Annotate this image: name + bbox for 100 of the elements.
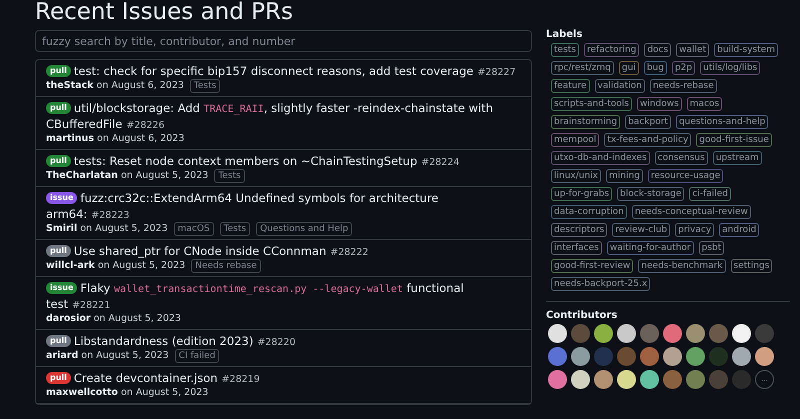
issue-title[interactable]: pull util/blockstorage: Add TRACE_RAII, slightly faster -reindex-chainstate with CBufferedFile #28226 xyxy=(46,100,521,132)
type-badge: pull xyxy=(46,65,71,77)
type-badge: issue xyxy=(46,192,78,204)
avatar-icon[interactable] xyxy=(732,324,751,343)
label-tag[interactable]: up-for-grabs xyxy=(551,187,612,201)
label-tag[interactable]: macos xyxy=(686,97,722,111)
label-tag[interactable]: block-storage xyxy=(617,187,684,201)
avatar-icon[interactable] xyxy=(755,347,774,366)
issue-title[interactable]: pull Create devcontainer.json #28219 xyxy=(46,370,521,386)
label-tag[interactable]: waiting-for-author xyxy=(606,241,694,255)
author-date: maxwellcotto on August 5, 2023 xyxy=(46,386,208,400)
label-tag[interactable]: Questions and Help xyxy=(256,222,352,236)
issue-row[interactable]: pull test: check for specific bip157 disconnect reasons, add test coverage #28227 theStack on August 6, 2023 Tests xyxy=(36,60,531,97)
type-badge: pull xyxy=(46,372,71,384)
author-date: willcl-ark on August 5, 2023 xyxy=(46,259,186,273)
label-tag[interactable]: Tests xyxy=(214,169,245,183)
page-title: Recent Issues and PRs xyxy=(35,0,294,26)
label-tag[interactable]: psbt xyxy=(698,241,724,255)
issue-title[interactable]: issue Flaky wallet_transactiontime_rescan.py --legacy-wallet functional test #28221 xyxy=(46,280,521,312)
label-tag[interactable]: upstream xyxy=(712,151,762,165)
labels-heading: Labels xyxy=(546,29,584,40)
author-date: ariard on August 5, 2023 xyxy=(46,349,169,363)
issue-title[interactable]: pull test: check for specific bip157 disconnect reasons, add test coverage #28227 xyxy=(46,63,521,79)
label-tag[interactable]: refactoring xyxy=(584,43,640,57)
label-tag[interactable]: utils/log/libs xyxy=(700,61,760,75)
issue-row[interactable]: pull Use shared_ptr for CNode inside CConnman #28222 willcl-ark on August 5, 2023 Needs rebase xyxy=(36,240,531,277)
author-date: theStack on August 6, 2023 xyxy=(46,79,184,93)
avatar-icon[interactable] xyxy=(594,370,613,389)
label-tag[interactable]: CI failed xyxy=(174,349,220,363)
label-tag[interactable]: gui xyxy=(618,61,639,75)
label-tag[interactable]: scripts-and-tools xyxy=(551,97,632,111)
avatar-icon[interactable] xyxy=(571,347,590,366)
label-tag[interactable]: tests xyxy=(551,43,579,57)
label-tag[interactable]: feature xyxy=(551,79,590,93)
avatar-icon[interactable] xyxy=(617,370,636,389)
label-tag[interactable]: android xyxy=(719,223,760,237)
label-tag[interactable]: wallet xyxy=(676,43,710,57)
issue-row[interactable]: pull Create devcontainer.json #28219 maxwellcotto on August 5, 2023 xyxy=(36,367,531,404)
label-tag[interactable]: brainstorming xyxy=(551,115,620,129)
label-tag[interactable]: privacy xyxy=(675,223,714,237)
label-tag[interactable]: backport xyxy=(625,115,671,129)
issue-row[interactable]: issue fuzz:crc32c::ExtendArm64 Undefined symbols for architecture arm64: #28223 Smiril on August 5, 2023 macOS Tests Questions and Help xyxy=(36,187,531,240)
avatar-icon[interactable] xyxy=(732,347,751,366)
label-tag[interactable]: windows xyxy=(636,97,682,111)
issue-title[interactable]: pull Libstandardness (edition 2023) #28220 xyxy=(46,333,521,349)
avatar-icon[interactable] xyxy=(548,324,567,343)
label-tag[interactable]: needs-conceptual-review xyxy=(632,205,751,219)
label-tag[interactable]: validation xyxy=(594,79,645,93)
label-tag[interactable]: Tests xyxy=(190,79,220,93)
label-tag[interactable]: resource-usage xyxy=(648,169,724,183)
avatar-icon[interactable] xyxy=(663,324,682,343)
avatar-icon[interactable] xyxy=(663,347,682,366)
avatar-icon[interactable] xyxy=(594,324,613,343)
avatar-icon[interactable] xyxy=(640,370,659,389)
label-tag[interactable]: bug xyxy=(644,61,667,75)
type-badge: pull xyxy=(46,102,71,114)
type-badge: pull xyxy=(46,155,71,167)
issue-title[interactable]: pull Use shared_ptr for CNode inside CConnman #28222 xyxy=(46,243,521,259)
label-tag[interactable]: consensus xyxy=(654,151,708,165)
avatar-icon[interactable] xyxy=(571,370,590,389)
search-field[interactable]: fuzzy search by title, contributor, and number xyxy=(35,30,532,52)
label-tag[interactable]: ci-failed xyxy=(689,187,732,201)
label-tag[interactable]: docs xyxy=(644,43,672,57)
label-tag[interactable]: rpc/rest/zmq xyxy=(551,61,614,75)
label-tag[interactable]: mining xyxy=(606,169,643,183)
avatar-icon[interactable] xyxy=(686,324,705,343)
author-date: darosior on August 5, 2023 xyxy=(46,312,181,326)
label-tag[interactable]: interfaces xyxy=(551,241,602,255)
label-tag[interactable]: Needs rebase xyxy=(191,259,261,273)
issue-row[interactable]: pull Libstandardness (edition 2023) #28220 ariard on August 5, 2023 CI failed xyxy=(36,330,531,367)
label-tag[interactable]: questions-and-help xyxy=(676,115,768,129)
label-tag[interactable]: needs-rebase xyxy=(650,79,717,93)
label-tag[interactable]: macOS xyxy=(174,222,214,236)
issue-row[interactable]: pull tests: Reset node context members on ~ChainTestingSetup #28224 TheCharlatan on August 5, 2023 Tests xyxy=(36,150,531,187)
label-tag[interactable]: utxo-db-and-indexes xyxy=(551,151,650,165)
label-tag[interactable]: tx-fees-and-policy xyxy=(604,133,692,147)
avatar-icon[interactable] xyxy=(548,370,567,389)
label-tag[interactable]: data-corruption xyxy=(551,205,627,219)
label-tag[interactable]: p2p xyxy=(672,61,696,75)
type-badge: pull xyxy=(46,335,71,347)
label-tag[interactable]: settings xyxy=(730,259,772,273)
type-badge: pull xyxy=(46,245,71,257)
issue-row[interactable]: issue Flaky wallet_transactiontime_rescan.py --legacy-wallet functional test #28221 darosior on August 5, 2023 xyxy=(36,277,531,330)
avatar-icon[interactable] xyxy=(617,324,636,343)
label-tag[interactable]: build-system xyxy=(714,43,778,57)
avatar-icon[interactable] xyxy=(686,347,705,366)
issue-title[interactable]: pull tests: Reset node context members on ~ChainTestingSetup #28224 xyxy=(46,153,521,169)
label-tag[interactable]: descriptors xyxy=(551,223,608,237)
issue-row[interactable]: pull util/blockstorage: Add TRACE_RAII, slightly faster -reindex-chainstate with CBufferedFile #28226 martinus on August 6, 2023 xyxy=(36,97,531,150)
label-tag[interactable]: review-club xyxy=(612,223,670,237)
label-tag[interactable]: good-first-issue xyxy=(696,133,772,147)
label-tag[interactable]: good-first-review xyxy=(551,259,634,273)
label-tag[interactable]: linux/unix xyxy=(551,169,602,183)
label-tag[interactable]: mempool xyxy=(551,133,600,147)
author-date: TheCharlatan on August 5, 2023 xyxy=(46,169,208,183)
label-tag[interactable]: Tests xyxy=(220,222,250,236)
issue-title[interactable]: issue fuzz:crc32c::ExtendArm64 Undefined symbols for architecture arm64: #28223 xyxy=(46,190,521,222)
label-tag[interactable]: needs-benchmark xyxy=(638,259,726,273)
label-tag[interactable]: needs-backport-25.x xyxy=(551,277,650,291)
contributors-heading: Contributors xyxy=(546,310,618,321)
